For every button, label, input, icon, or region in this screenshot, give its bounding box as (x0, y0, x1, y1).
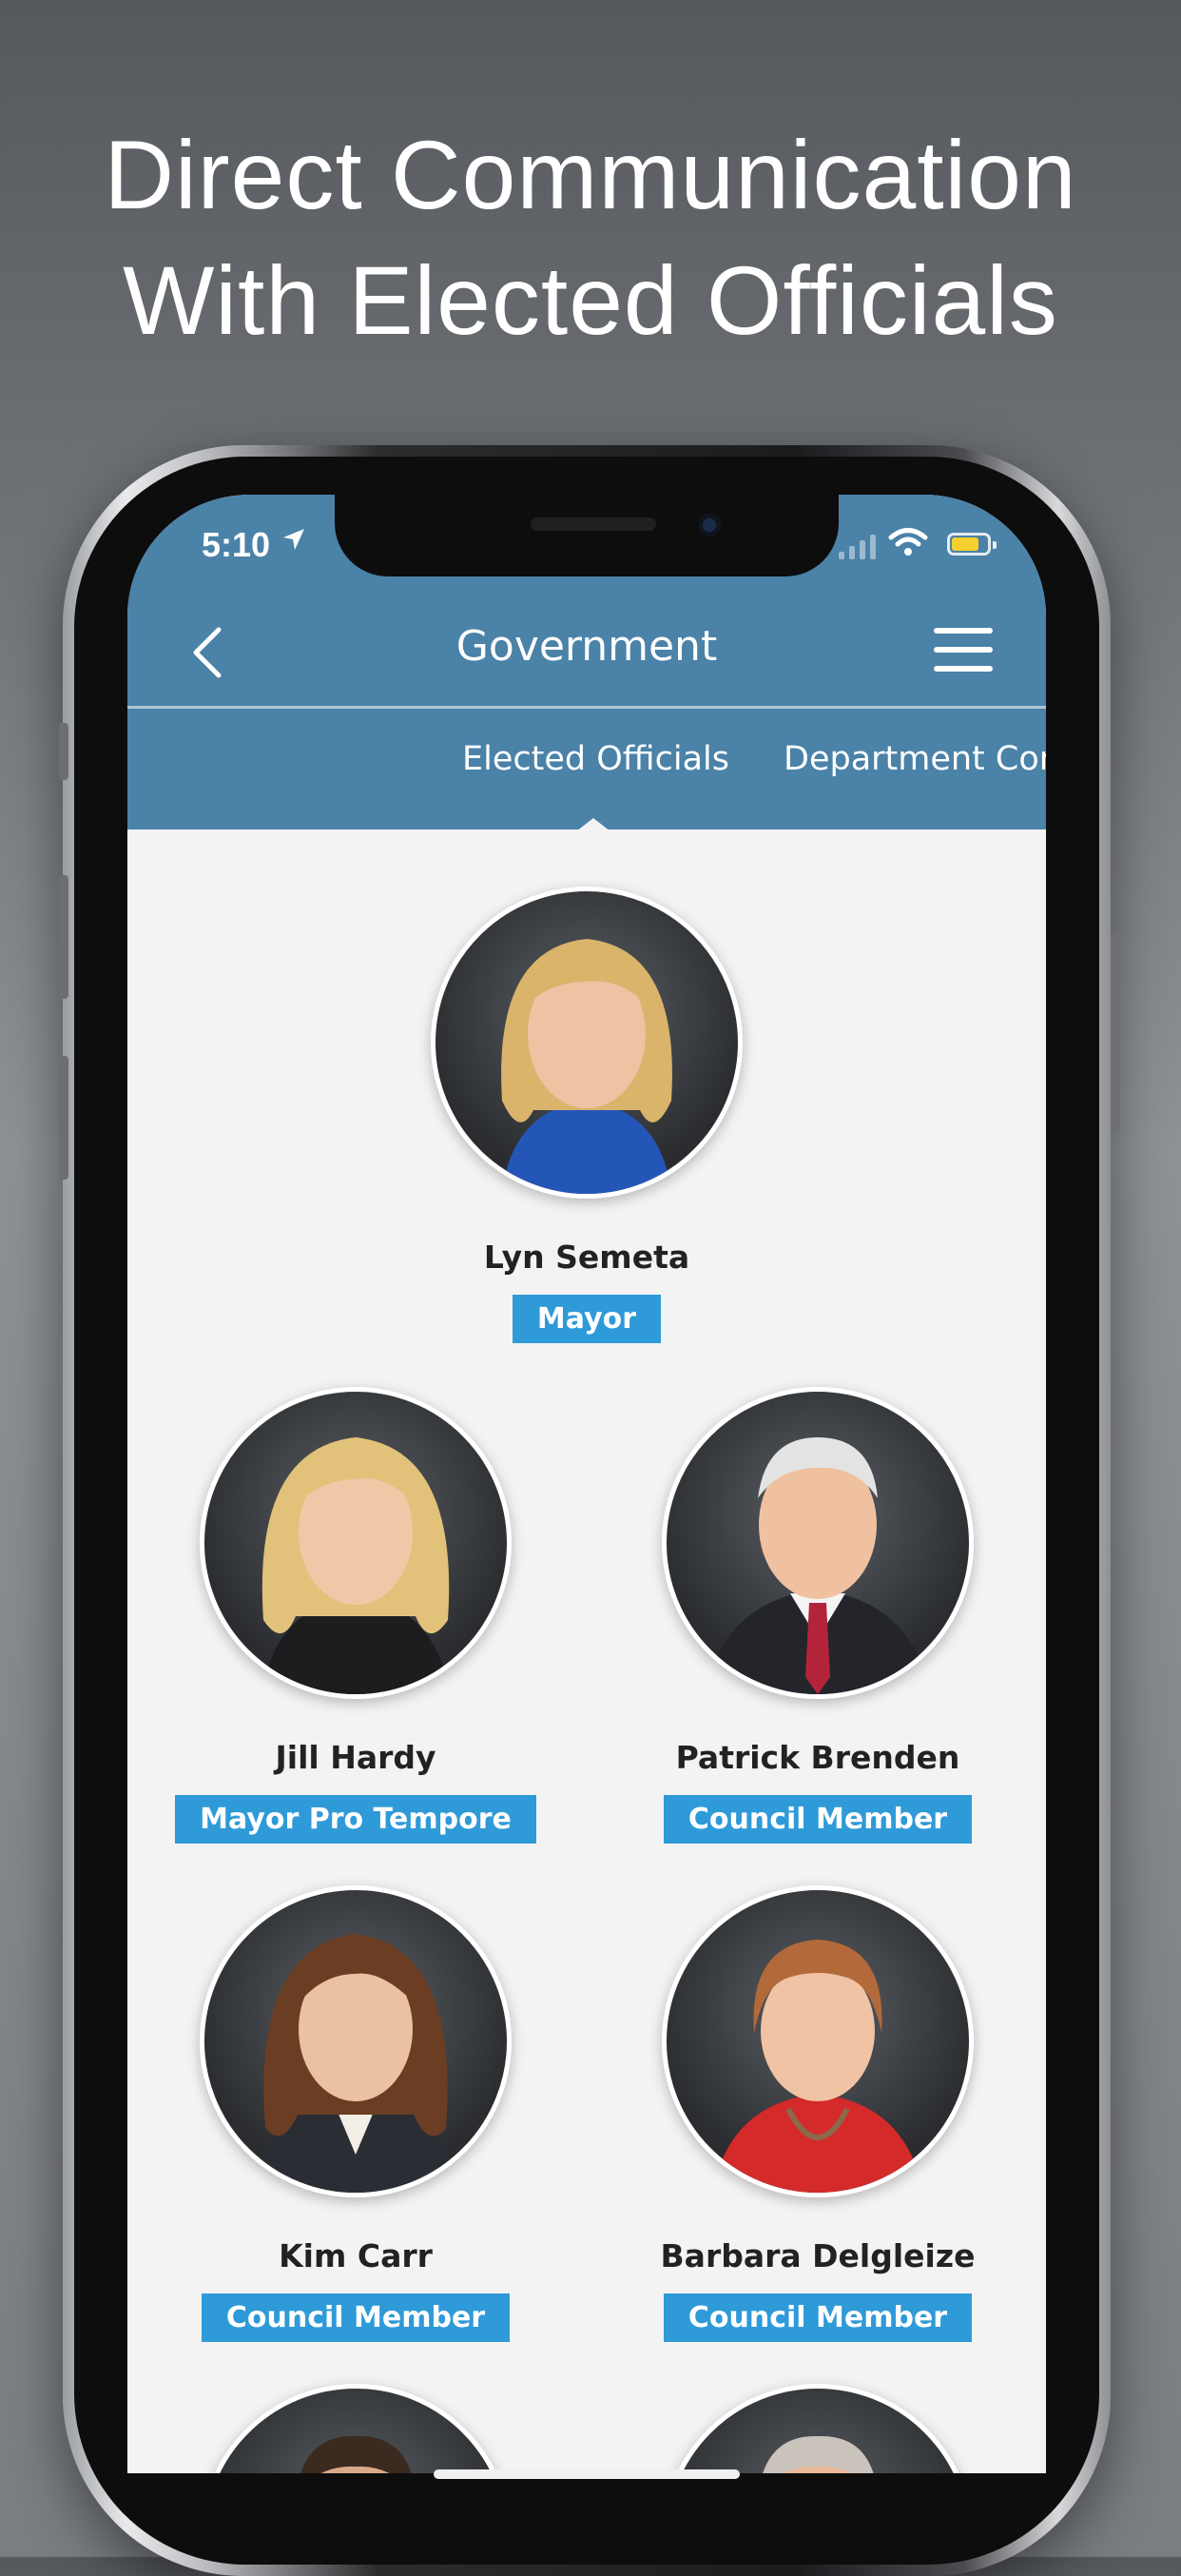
official-role-badge: Mayor (512, 1295, 662, 1343)
headline-line-1: Direct Communication (104, 121, 1077, 229)
official-card[interactable]: Kim Carr Council Member (156, 1885, 555, 2342)
hamburger-menu-button[interactable] (934, 628, 993, 672)
phone-volume-down (59, 1056, 68, 1180)
official-name: Kim Carr (279, 2237, 433, 2274)
official-role-badge: Council Member (663, 1795, 973, 1844)
official-name: Jill Hardy (275, 1739, 436, 1776)
tab-elected-officials[interactable]: Elected Officials (462, 740, 729, 778)
battery-charging-icon (947, 533, 997, 556)
official-card[interactable]: Lyn Semeta Mayor (387, 887, 786, 1343)
active-tab-indicator (576, 818, 610, 831)
official-name: Barbara Delgleize (660, 2237, 976, 2274)
home-indicator[interactable] (434, 2469, 740, 2479)
headline-line-2: With Elected Officials (123, 246, 1058, 355)
avatar (431, 887, 743, 1199)
official-role-badge: Mayor Pro Tempore (175, 1795, 536, 1844)
official-card[interactable]: Jill Hardy Mayor Pro Tempore (156, 1387, 555, 1844)
wifi-icon (888, 527, 928, 561)
official-card[interactable]: Patrick Brenden Council Member (618, 1387, 1017, 1844)
header-divider (127, 706, 1046, 709)
front-camera (698, 514, 721, 537)
cellular-signal-icon (839, 531, 876, 559)
device-notch (335, 495, 839, 576)
phone-power-button (1111, 932, 1120, 1132)
promo-headline: Direct Communication With Elected Offici… (0, 112, 1181, 363)
official-card[interactable]: Barbara Delgleize Council Member (618, 1885, 1017, 2342)
location-arrow-icon (281, 527, 306, 558)
page-title: Government (455, 622, 718, 671)
phone-volume-up (59, 875, 68, 999)
earpiece-speaker (531, 517, 656, 531)
avatar (200, 1387, 512, 1699)
official-role-badge: Council Member (201, 2293, 511, 2342)
tab-department-contacts[interactable]: Department Cor (784, 740, 1046, 778)
phone-silent-switch (59, 723, 68, 780)
avatar (662, 1387, 974, 1699)
official-name: Lyn Semeta (483, 1239, 690, 1276)
avatar (200, 1885, 512, 2197)
official-role-badge: Council Member (663, 2293, 973, 2342)
official-name: Patrick Brenden (675, 1739, 960, 1776)
app-screen: 5:10 Government Elected Officials Depart… (127, 495, 1046, 2492)
avatar (662, 1885, 974, 2197)
status-time: 5:10 (202, 525, 271, 564)
